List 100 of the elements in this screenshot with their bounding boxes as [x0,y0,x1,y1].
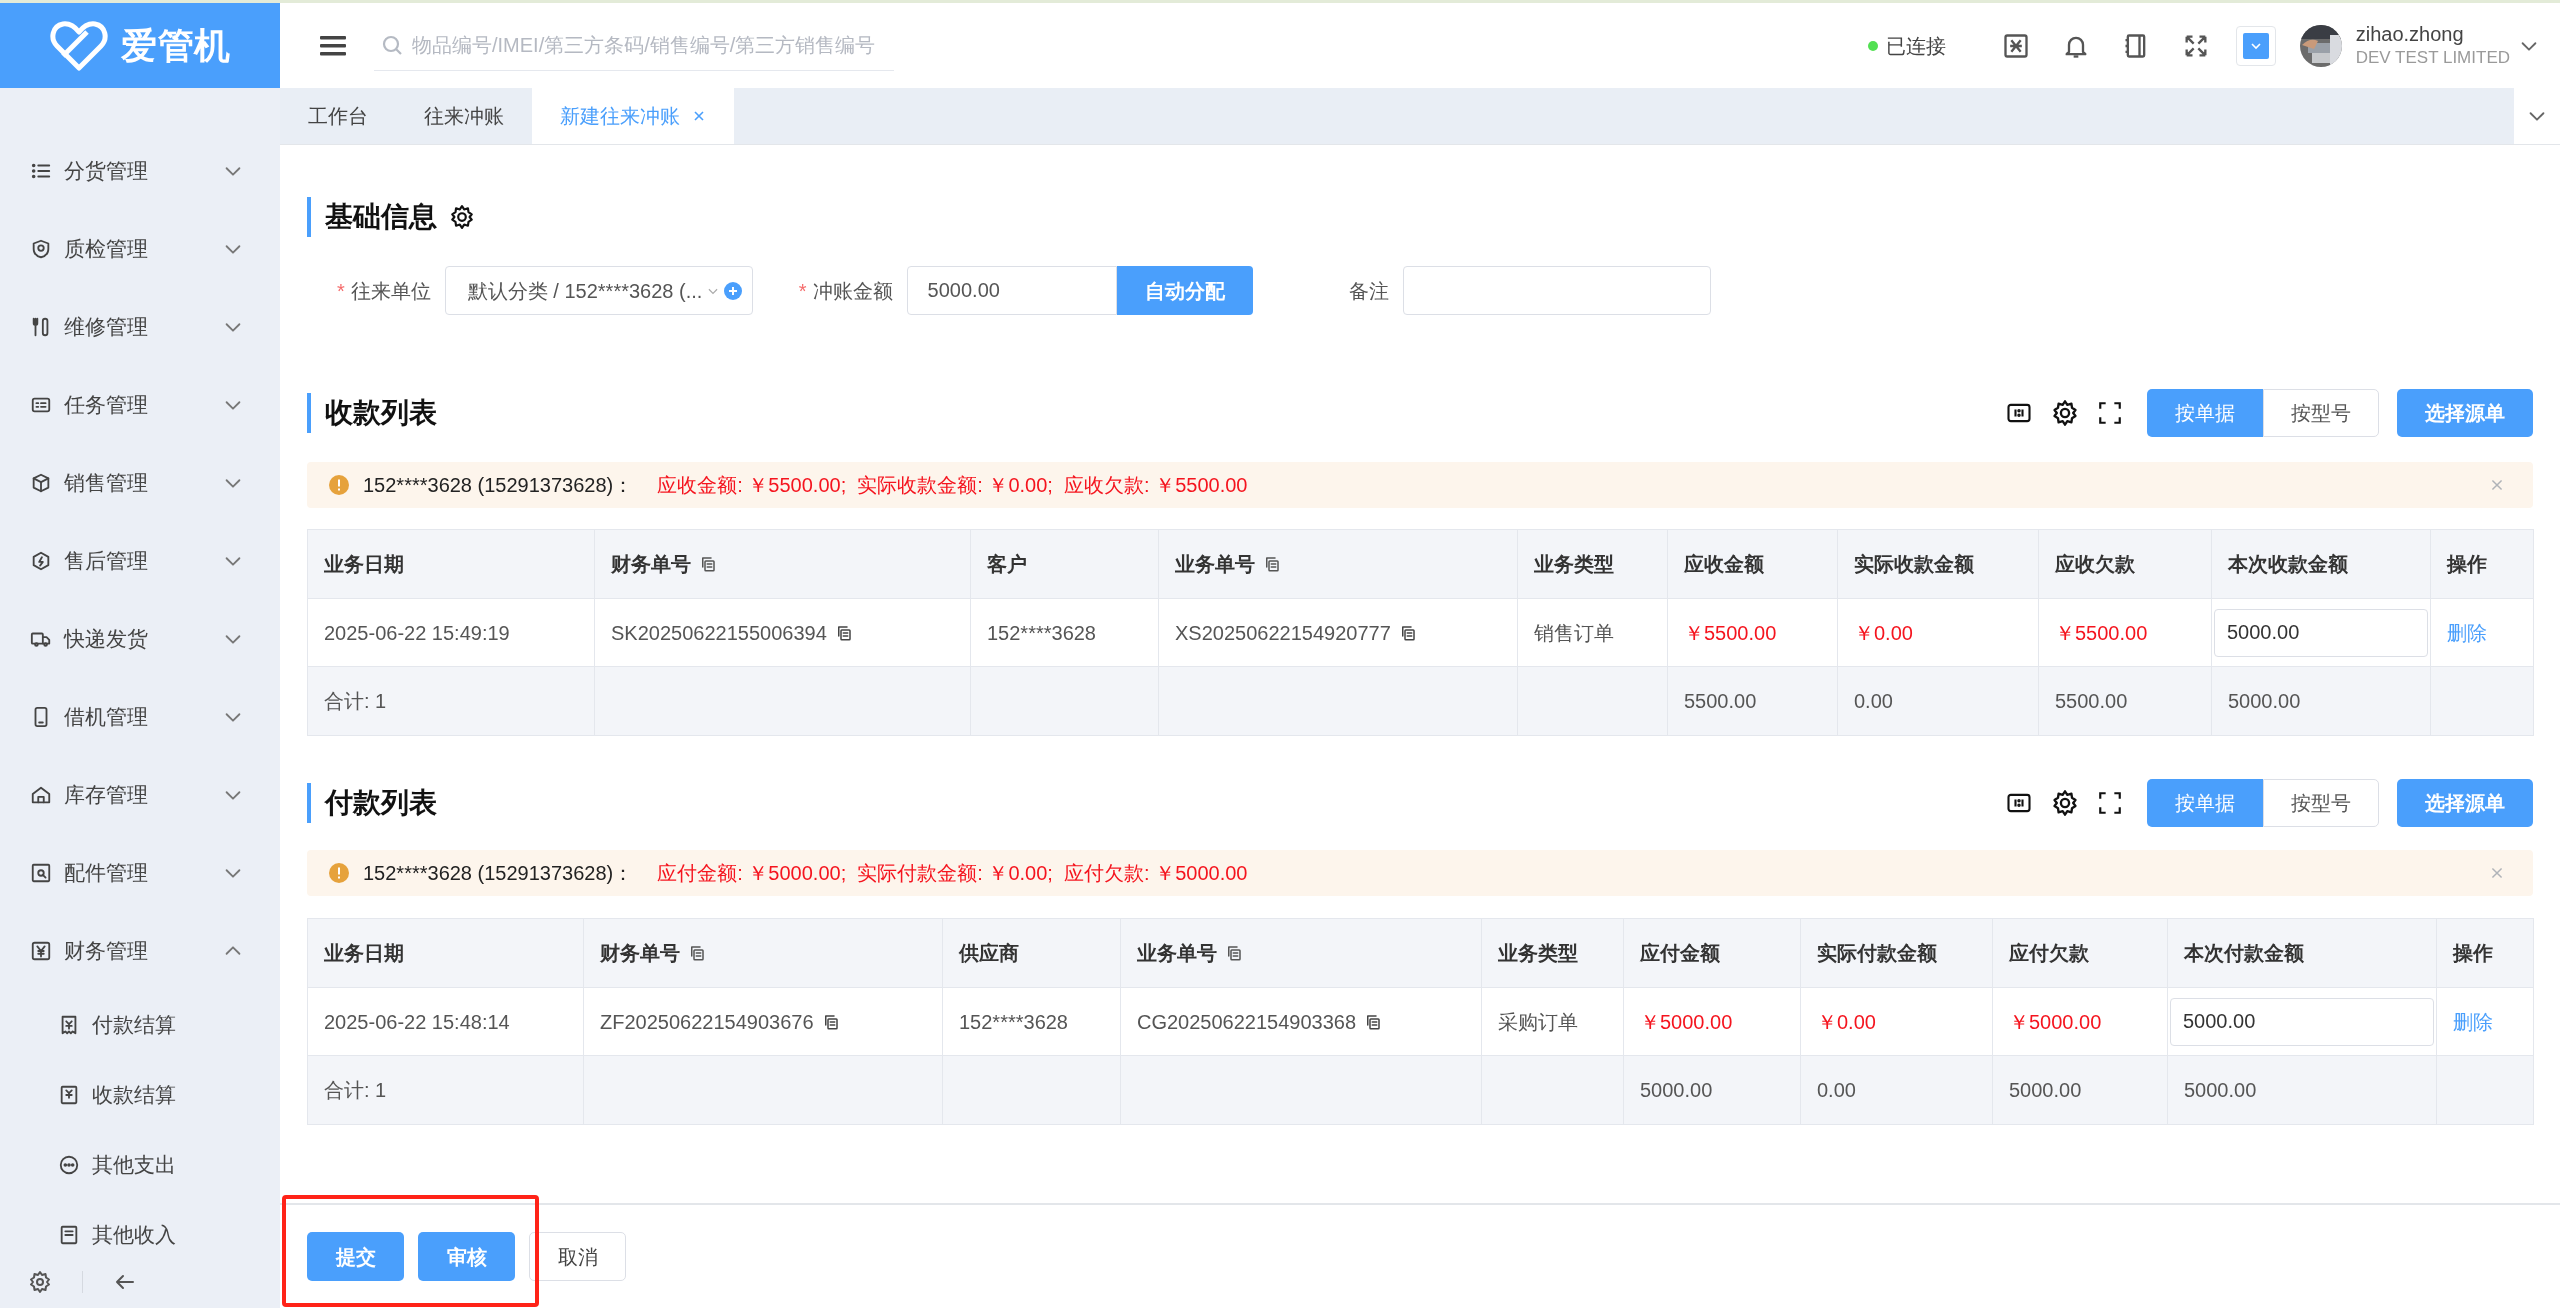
section-title: 基础信息 [325,200,437,234]
sidebar-item[interactable]: 维修管理 [0,288,280,366]
select-field[interactable]: 默认分类 / 152****3628 (... [444,266,753,315]
caret-icon [2242,32,2269,59]
field-label: 往来单位 [350,278,431,304]
column-header: 财务单号 [600,938,706,968]
column-header: 实际付款金额 [1817,941,1937,966]
dropdown-button[interactable] [2235,25,2276,66]
alert-party: 152****3628 (15291373628)： [363,473,634,498]
amount-field[interactable]: 5000.00 [906,266,1117,315]
connection-status: 已连接 [1885,33,1946,59]
settings-icon[interactable] [449,204,475,230]
menu-item-icon [30,472,52,494]
required-mark: * [798,278,807,304]
field-label: 冲账金额 [812,278,893,304]
menu-item-icon [30,784,52,806]
copy-icon[interactable] [699,555,717,573]
table-cell-text: 采购订单 [1498,1010,1578,1033]
table-cell-text: 合计: 1 [324,1079,387,1101]
settings-icon[interactable] [28,1270,52,1294]
alert-summary: 应收金额: ￥5500.00; 实际收款金额: ￥0.00; 应收欠款: ￥5500.00 [657,473,1248,498]
column-header: 业务日期 [324,552,404,577]
menu-item-icon [30,940,52,962]
copy-icon[interactable] [1364,1012,1383,1031]
copy-icon[interactable] [1263,555,1281,573]
view-toggle-button[interactable]: 按型号 [2263,389,2379,437]
table-cell-text: 152****3628 [987,621,1096,644]
column-header: 业务类型 [1534,552,1614,577]
company-name: DEV TEST LIMITED [2355,47,2510,69]
search-field[interactable]: 物品编号/IMEI/第三方条码/销售编号/第三方销售编号 [374,20,894,71]
sidebar-item[interactable]: 财务管理 [0,912,280,990]
amount-text: ￥5000.00 [1640,1010,1733,1033]
table-cell-text: 0.00 [1817,1079,1856,1101]
warning-icon [329,475,349,495]
section-title: 收款列表 [325,396,437,430]
tab[interactable]: 工作台 [280,88,396,144]
fullscreen-icon[interactable] [2097,400,2123,426]
table-cell-text: 5000.00 [2184,1079,2257,1101]
table-cell-text: 2025-06-22 15:49:19 [324,621,510,644]
sidebar-item[interactable]: 售后管理 [0,522,280,600]
menu-item-icon [30,238,52,260]
table-cell-text: 0.00 [1854,690,1893,712]
submenu-item[interactable]: 其他收入 [0,1200,280,1256]
tab[interactable]: 往来冲账 [396,88,532,144]
remark-field[interactable] [1402,266,1711,315]
submenu-item[interactable]: 付款结算 [0,990,280,1060]
settings-icon[interactable] [2051,789,2079,817]
column-header: 本次收款金额 [2228,552,2348,577]
column-header: 客户 [987,552,1027,577]
sidebar-item[interactable]: 分货管理 [0,132,280,210]
fullscreen-icon[interactable] [2097,790,2123,816]
submenu-icon [58,1224,80,1246]
copy-icon[interactable] [1225,944,1243,962]
column-header: 操作 [2453,941,2493,966]
table-cell-text: 合计: 1 [324,690,387,712]
column-header: 应收欠款 [2055,552,2135,577]
sidebar-item[interactable]: 销售管理 [0,444,280,522]
user-name: zihao.zhong [2355,22,2465,48]
column-header: 业务日期 [324,941,404,966]
table-cell-text: 销售订单 [1534,621,1614,644]
sidebar-item[interactable]: 任务管理 [0,366,280,444]
column-header: 应付金额 [1640,941,1720,966]
sidebar-item[interactable]: 借机管理 [0,678,280,756]
table-cell-text: 5000.00 [2228,690,2301,712]
view-toggle-button[interactable]: 按型号 [2263,779,2379,827]
alert-summary: 应付金额: ￥5000.00; 实际付款金额: ￥0.00; 应付欠款: ￥5000.00 [657,861,1248,886]
close-icon[interactable] [692,109,706,123]
column-header: 应收金额 [1684,552,1764,577]
warning-icon [329,863,349,883]
table-cell-text: 5500.00 [2055,690,2128,712]
column-header: 业务单号 [1137,938,1243,968]
footer-button[interactable]: 取消 [529,1232,626,1281]
amount-field[interactable]: 5000.00 [2214,608,2428,657]
field-label: 备注 [1348,278,1389,304]
add-icon[interactable] [724,281,743,300]
amount-text: ￥5000.00 [2009,1010,2102,1033]
column-header: 应付欠款 [2009,941,2089,966]
brand-name: 爱管机 [120,23,232,68]
menu-icon[interactable] [320,33,348,58]
amount-field[interactable]: 5000.00 [2170,997,2434,1046]
sidebar-item[interactable]: 库存管理 [0,756,280,834]
table-cell-text: 5000.00 [2009,1079,2082,1101]
submenu-item[interactable]: 其他支出 [0,1130,280,1200]
sidebar-item[interactable]: 快递发货 [0,600,280,678]
settings-icon[interactable] [2051,399,2079,427]
amount-text: ￥5500.00 [1684,621,1777,644]
table-cell-text: CG20250622154903368 [1137,1009,1357,1035]
sidebar-item[interactable]: 质检管理 [0,210,280,288]
table-cell-text: 152****3628 [959,1010,1068,1033]
heart-icon [48,19,109,72]
submenu-item[interactable]: 收款结算 [0,1060,280,1130]
menu-item-icon [30,862,52,884]
table-cell-text: ZF20250622154903676 [600,1009,814,1035]
alert-party: 152****3628 (15291373628)： [363,861,634,886]
submenu-icon [58,1154,80,1176]
amount-text: ￥0.00 [1854,621,1913,644]
sidebar-item[interactable]: 配件管理 [0,834,280,912]
amount-text: ￥5500.00 [2055,621,2148,644]
copy-icon[interactable] [688,944,706,962]
menu-item-icon [30,550,52,572]
